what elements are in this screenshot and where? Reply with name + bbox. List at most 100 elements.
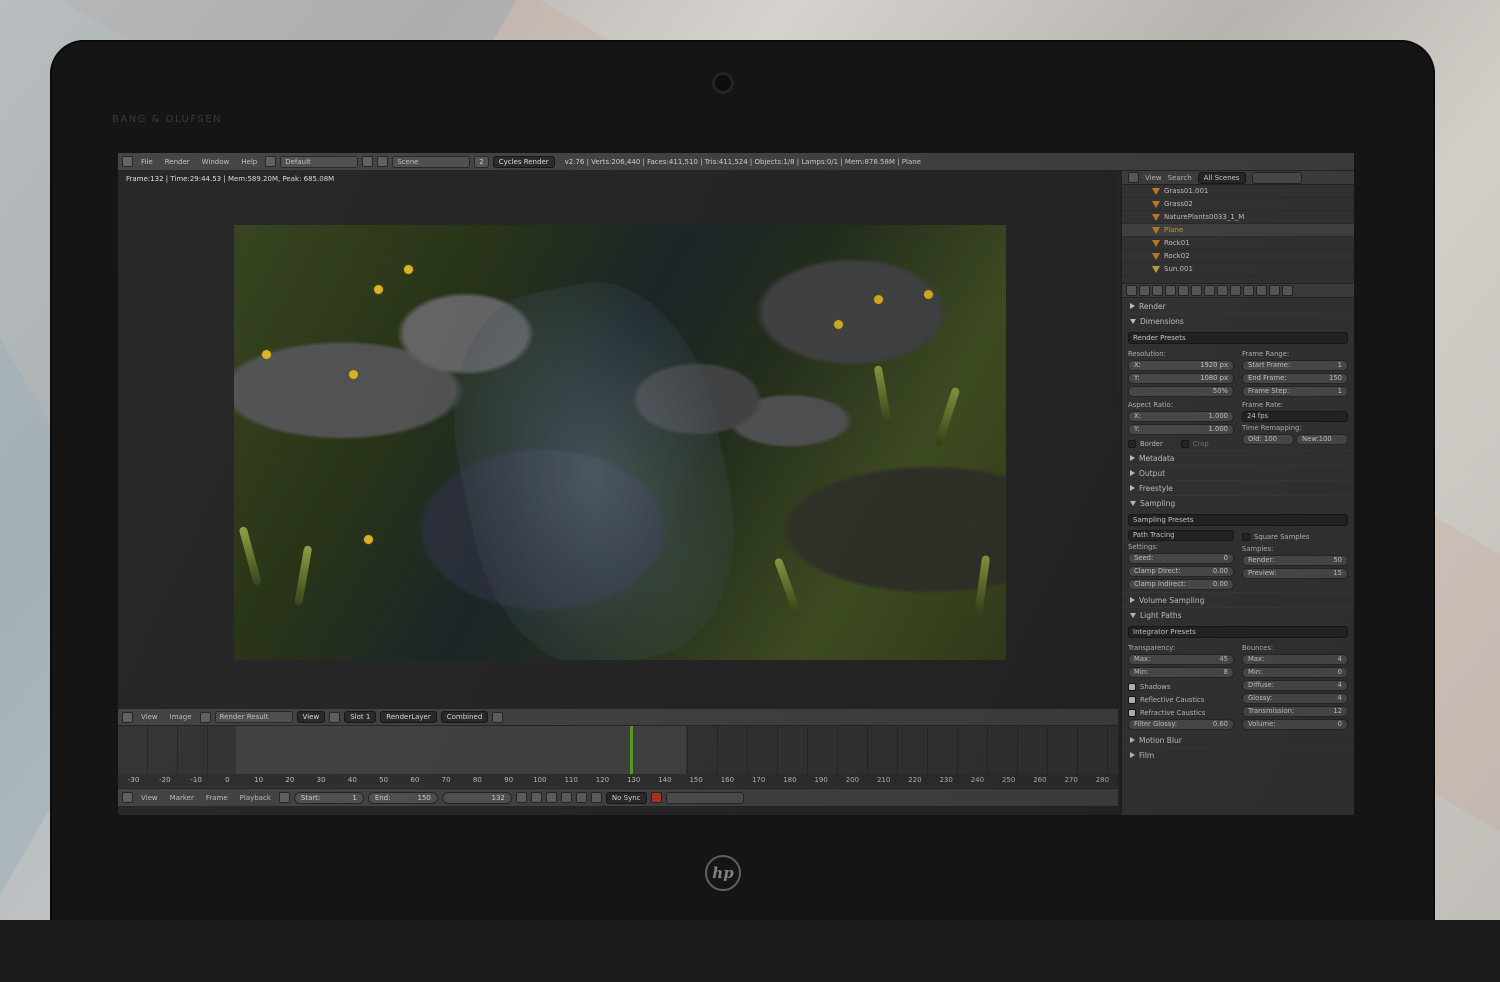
- constraints-tab-icon[interactable]: [1204, 285, 1215, 296]
- panel-freestyle[interactable]: Freestyle: [1122, 480, 1354, 495]
- menu-view[interactable]: View: [1145, 174, 1162, 182]
- panel-dimensions[interactable]: Dimensions: [1122, 313, 1354, 328]
- aspect-y-field[interactable]: Y: 1.000: [1128, 424, 1234, 435]
- jump-start-icon[interactable]: [515, 792, 527, 803]
- render-tab-icon[interactable]: [1139, 285, 1150, 296]
- layout-field[interactable]: Default: [280, 155, 359, 168]
- panel-volume-sampling[interactable]: Volume Sampling: [1122, 592, 1354, 607]
- menu-view[interactable]: View: [141, 713, 158, 721]
- channels-icon[interactable]: [492, 711, 504, 723]
- time-new-field[interactable]: New:100: [1296, 434, 1348, 445]
- world-tab-icon[interactable]: [1178, 285, 1189, 296]
- panel-metadata[interactable]: Metadata: [1122, 450, 1354, 465]
- border-checkbox[interactable]: Border Crop: [1128, 437, 1234, 450]
- render-samples-field[interactable]: Render: 50: [1242, 555, 1348, 566]
- editor-type-icon[interactable]: [122, 792, 133, 803]
- editor-type-icon[interactable]: [122, 156, 133, 167]
- image-editor-area[interactable]: Frame:132 | Time:29:44.53 | Mem:589.20M,…: [118, 171, 1118, 708]
- slot-select[interactable]: Slot 1: [344, 711, 377, 723]
- panel-render[interactable]: Render: [1122, 298, 1354, 313]
- time-old-field[interactable]: Old: 100: [1242, 434, 1294, 445]
- record-icon[interactable]: [650, 792, 662, 803]
- sampling-presets-select[interactable]: Sampling Presets: [1128, 514, 1348, 526]
- shadows-checkbox[interactable]: Shadows: [1128, 680, 1234, 693]
- object-tab-icon[interactable]: [1191, 285, 1202, 296]
- texture-tab-icon[interactable]: [1256, 285, 1267, 296]
- modifiers-tab-icon[interactable]: [1217, 285, 1228, 296]
- end-frame-field[interactable]: End Frame: 150: [1242, 373, 1348, 384]
- seed-field[interactable]: Seed: 0: [1128, 553, 1234, 564]
- reflective-caustics-checkbox[interactable]: Reflective Caustics: [1128, 693, 1234, 706]
- layer-select[interactable]: RenderLayer: [380, 711, 437, 723]
- outliner-item[interactable]: Sun.001: [1122, 263, 1354, 276]
- outliner-item[interactable]: NaturePlants0033_1_M: [1122, 211, 1354, 224]
- res-x-field[interactable]: X: 1920 px: [1128, 360, 1234, 371]
- outliner-item-selected[interactable]: Plane: [1122, 224, 1354, 237]
- end-frame-field[interactable]: End: 150: [367, 791, 438, 804]
- menu-search[interactable]: Search: [1168, 174, 1192, 182]
- prev-key-icon[interactable]: [530, 792, 542, 803]
- menu-file[interactable]: File: [141, 158, 153, 166]
- square-samples-checkbox[interactable]: Square Samples: [1242, 530, 1348, 543]
- display-filter-select[interactable]: All Scenes: [1197, 171, 1246, 184]
- transmission-field[interactable]: Transmission: 12: [1242, 706, 1348, 717]
- menu-frame[interactable]: Frame: [206, 794, 228, 802]
- jump-end-icon[interactable]: [590, 792, 602, 803]
- outliner-item[interactable]: Rock01: [1122, 237, 1354, 250]
- play-icon[interactable]: [560, 792, 572, 803]
- res-y-field[interactable]: Y: 1080 px: [1128, 373, 1234, 384]
- trans-min-field[interactable]: Min: 8: [1128, 667, 1234, 678]
- clamp-indirect-field[interactable]: Clamp Indirect: 0.00: [1128, 579, 1234, 590]
- menu-image[interactable]: Image: [170, 713, 192, 721]
- panel-output[interactable]: Output: [1122, 465, 1354, 480]
- bounce-max-field[interactable]: Max: 4: [1242, 654, 1348, 665]
- menu-view[interactable]: View: [141, 794, 158, 802]
- outliner-search-input[interactable]: [1251, 171, 1302, 184]
- aspect-x-field[interactable]: X: 1.000: [1128, 411, 1234, 422]
- clamp-direct-field[interactable]: Clamp Direct: 0.00: [1128, 566, 1234, 577]
- current-frame-field[interactable]: 132: [441, 791, 512, 804]
- preview-range-icon[interactable]: [278, 792, 290, 803]
- editor-type-icon[interactable]: [1128, 172, 1139, 183]
- pivot-icon[interactable]: [329, 711, 341, 723]
- outliner-item[interactable]: Grass02: [1122, 198, 1354, 211]
- diffuse-field[interactable]: Diffuse: 4: [1242, 680, 1348, 691]
- menu-render[interactable]: Render: [165, 158, 190, 166]
- start-frame-field[interactable]: Start Frame: 1: [1242, 360, 1348, 371]
- timeline-playhead[interactable]: [630, 726, 633, 778]
- physics-tab-icon[interactable]: [1282, 285, 1293, 296]
- menu-help[interactable]: Help: [241, 158, 257, 166]
- outliner-item[interactable]: Grass01.001: [1122, 185, 1354, 198]
- scene-field[interactable]: Scene: [392, 155, 471, 168]
- frame-step-field[interactable]: Frame Step: 1: [1242, 386, 1348, 397]
- fps-select[interactable]: 24 fps: [1242, 411, 1348, 422]
- particles-tab-icon[interactable]: [1269, 285, 1280, 296]
- bounce-min-field[interactable]: Min: 0: [1242, 667, 1348, 678]
- trans-max-field[interactable]: Max: 45: [1128, 654, 1234, 665]
- integrator-select[interactable]: Path Tracing: [1128, 530, 1234, 541]
- editor-type-icon[interactable]: [122, 711, 133, 723]
- engine-select[interactable]: Cycles Render: [492, 155, 555, 168]
- data-tab-icon[interactable]: [1230, 285, 1241, 296]
- keying-set-field[interactable]: [665, 791, 744, 804]
- preview-samples-field[interactable]: Preview: 15: [1242, 568, 1348, 579]
- play-reverse-icon[interactable]: [545, 792, 557, 803]
- res-percent-slider[interactable]: 50%: [1128, 386, 1234, 397]
- render-presets-select[interactable]: Render Presets: [1128, 332, 1348, 344]
- panel-light-paths[interactable]: Light Paths: [1122, 607, 1354, 622]
- layers-tab-icon[interactable]: [1152, 285, 1163, 296]
- sync-select[interactable]: No Sync: [605, 791, 647, 804]
- filter-glossy-field[interactable]: Filter Glossy: 0.60: [1128, 719, 1234, 730]
- editor-type-icon[interactable]: [1126, 285, 1137, 296]
- scene-tab-icon[interactable]: [1165, 285, 1176, 296]
- menu-marker[interactable]: Marker: [170, 794, 194, 802]
- pass-select[interactable]: Combined: [440, 711, 489, 723]
- glossy-field[interactable]: Glossy: 4: [1242, 693, 1348, 704]
- material-tab-icon[interactable]: [1243, 285, 1254, 296]
- image-name-field[interactable]: Render Result: [214, 711, 293, 723]
- view-mode-select[interactable]: View: [296, 711, 326, 723]
- outliner-item[interactable]: Rock02: [1122, 250, 1354, 263]
- image-browse-icon[interactable]: [199, 711, 211, 723]
- add-layout-icon[interactable]: [362, 156, 374, 167]
- next-key-icon[interactable]: [575, 792, 587, 803]
